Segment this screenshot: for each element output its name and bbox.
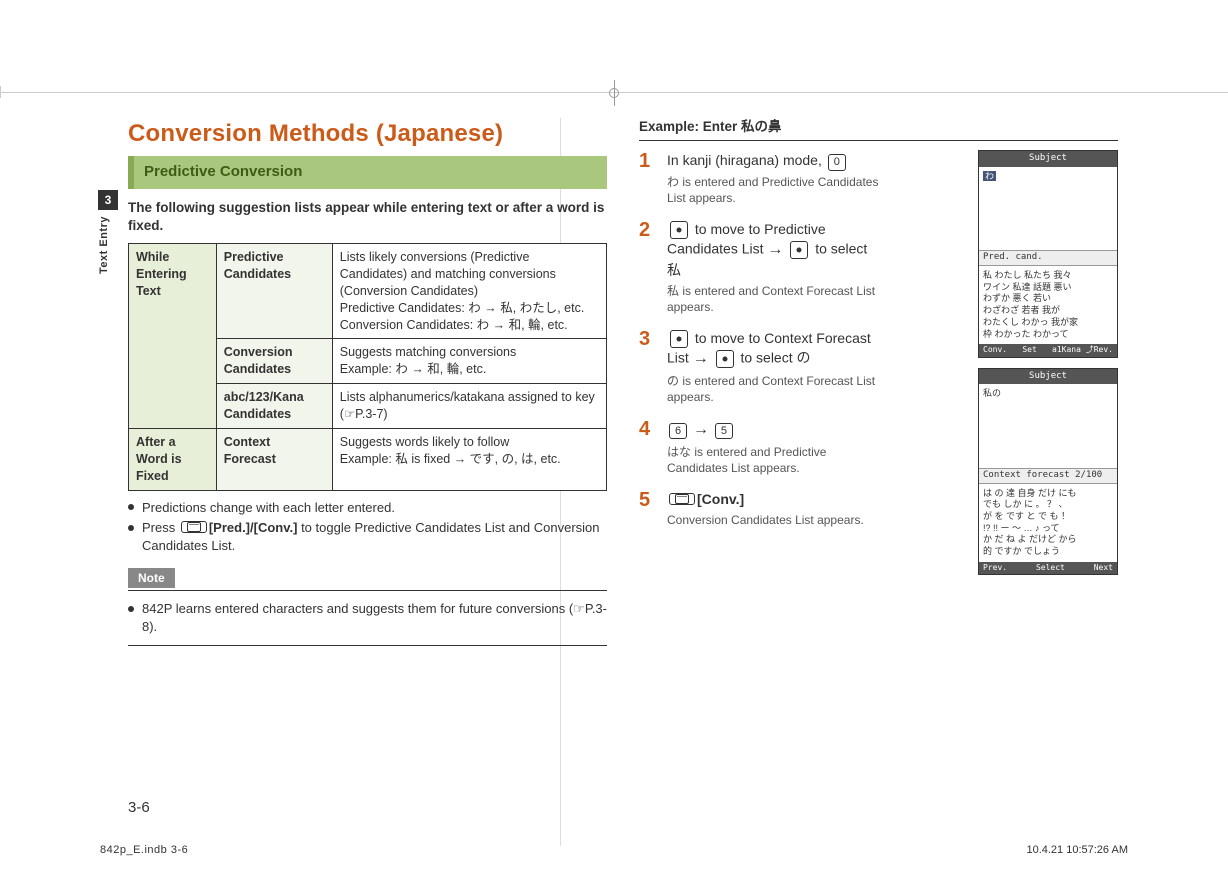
row-group-fixed: After a Word is Fixed [129,428,217,490]
section-heading: Predictive Conversion [128,156,607,188]
arrow-icon: → [693,421,709,438]
step-sub: 私 is entered and Context Forecast List a… [667,283,879,315]
step-main: 6 → 5 [667,419,879,441]
dpad-icon [670,221,688,239]
cell-label-predictive: Predictive Candidates [216,244,332,339]
step-number: 5 [639,490,657,528]
step-sub: はな is entered and Predictive Candidates … [667,444,879,476]
step-2: 2 to move to Predictive Candidates List … [639,220,879,315]
soft-key-row: Prev. Select Next [979,562,1117,574]
chapter-label: Text Entry [98,216,110,274]
softkey-right: Next [1094,563,1113,573]
note-label: Note [128,568,175,588]
page-number: 3-6 [128,799,150,816]
mail-key-icon [669,493,695,505]
registration-circle [609,88,619,98]
shot-candidates: 私 わたし 私たち 我々ワイン 私達 話題 悪いわずか 悪く 若いわざわざ 若者… [979,266,1117,344]
step-5: 5 [Conv.] Conversion Candidates List app… [639,490,879,528]
step-main: In kanji (hiragana) mode, 0 [667,151,879,170]
bullet-list: Predictions change with each letter ente… [128,499,607,555]
bullet-2: Press [Pred.]/[Conv.] to toggle Predicti… [128,519,607,554]
cell-label-abc: abc/123/Kana Candidates [216,384,332,429]
step-number: 2 [639,220,657,315]
arrow-icon: → [693,350,709,367]
footer: 842p_E.indb 3-6 10.4.21 10:57:26 AM [100,844,1128,856]
step-main: to move to Predictive Candidates List → … [667,220,879,280]
page-title: Conversion Methods (Japanese) [128,118,607,150]
cell-desc-abc: Lists alphanumerics/katakana assigned to… [332,384,606,429]
pred-conv-label: [Pred.]/[Conv.] [209,520,298,535]
row-group-entering: While Entering Text [129,244,217,429]
shot-title: Subject [979,369,1117,385]
shot-content: 私の [979,384,1117,404]
thumb-tab: 3 Text Entry [98,190,120,290]
dpad-icon [716,350,734,368]
shot-list-label: Pred. cand. [979,250,1117,266]
conversion-table: While Entering Text Predictive Candidate… [128,243,607,491]
step-1: 1 In kanji (hiragana) mode, 0 わ is enter… [639,151,879,206]
cell-label-conversion: Conversion Candidates [216,339,332,384]
conv-label: [Conv.] [697,491,744,507]
dpad-icon [670,330,688,348]
shot-candidates: は の 達 自身 だけ にもでも しか に 。 ？ 、が を です と で も … [979,484,1117,562]
page: 3 Text Entry Conversion Methods (Japanes… [0,0,1228,886]
softkey-center: Set [1022,345,1036,355]
cell-desc-conversion: Suggests matching conversionsExample: わ … [332,339,606,384]
dpad-icon [790,241,808,259]
footer-timestamp: 10.4.21 10:57:26 AM [1026,844,1128,856]
soft-key-row: Conv. Set a1Kana ⤴Rev. [979,344,1117,356]
chapter-number: 3 [98,190,118,210]
step-number: 3 [639,329,657,405]
mail-key-icon [181,521,207,533]
note-bullet: 842P learns entered characters and sugge… [128,600,607,635]
shot-title: Subject [979,151,1117,167]
cell-label-context: Context Forecast [216,428,332,490]
phone-screenshots: Subject わ Pred. cand. 私 わたし 私たち 我々ワイン 私達… [978,150,1118,575]
shot-list-label: Context forecast 2/100 [979,468,1117,484]
step-sub: Conversion Candidates List appears. [667,512,879,528]
arrow-icon: → [767,241,783,258]
screenshot-1: Subject わ Pred. cand. 私 わたし 私たち 我々ワイン 私達… [978,150,1118,358]
left-column: Conversion Methods (Japanese) Predictive… [128,118,611,776]
step-3: 3 to move to Context Forecast List → to … [639,329,879,405]
shot-content: わ [979,167,1117,187]
cell-desc-context: Suggests words likely to followExample: … [332,428,606,490]
example-heading: Example: Enter 私の鼻 [639,118,1118,141]
step-main: [Conv.] [667,490,879,509]
note-box: 842P learns entered characters and sugge… [128,590,607,645]
cell-desc-predictive: Lists likely conversions (Predictive Can… [332,244,606,339]
intro-text: The following suggestion lists appear wh… [128,199,607,235]
step-main: to move to Context Forecast List → to se… [667,329,879,370]
key-6: 6 [669,423,687,439]
bullet-1: Predictions change with each letter ente… [128,499,607,517]
footer-filename: 842p_E.indb 3-6 [100,844,188,856]
step-sub: の is entered and Context Forecast List a… [667,373,879,405]
softkey-right: a1Kana ⤴Rev. [1052,345,1113,355]
screenshot-2: Subject 私の Context forecast 2/100 は の 達 … [978,368,1118,576]
step-4: 4 6 → 5 はな is entered and Predictive Can… [639,419,879,476]
softkey-center: Select [1036,563,1065,573]
key-5: 5 [715,423,733,439]
step-number: 4 [639,419,657,476]
bullet-2a: Press [142,520,179,535]
step-sub: わ is entered and Predictive Candidates L… [667,174,879,206]
softkey-left: Conv. [983,345,1007,355]
key-0: 0 [828,154,846,170]
step-number: 1 [639,151,657,206]
softkey-left: Prev. [983,563,1007,573]
